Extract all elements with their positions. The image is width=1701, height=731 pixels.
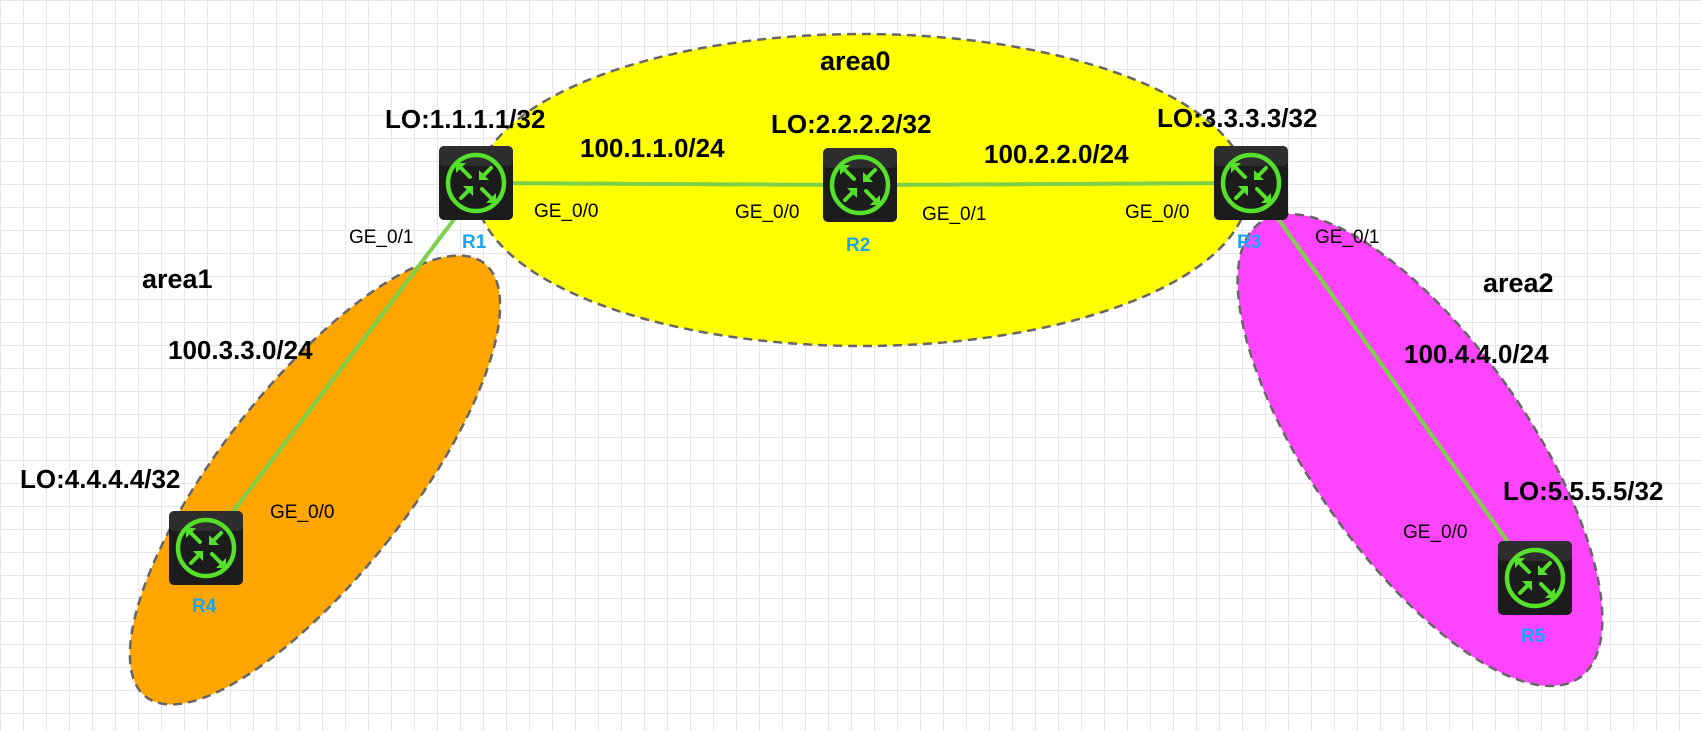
- router-label-r3: R3: [1237, 232, 1261, 253]
- router-icon[interactable]: [1214, 146, 1288, 220]
- loopback-label-r4: LO:4.4.4.4/32: [20, 464, 180, 494]
- area1-label: area1: [142, 264, 213, 294]
- interface-label-r2-ge0-0: GE_0/0: [735, 202, 799, 223]
- link-r1-r2[interactable]: [475, 181, 861, 187]
- loopback-label-r2: LO:2.2.2.2/32: [771, 109, 931, 139]
- network-label-r3-r5: 100.4.4.0/24: [1404, 339, 1549, 369]
- interface-label-r1-ge0-1: GE_0/1: [349, 227, 413, 248]
- network-label-r1-r4: 100.3.3.0/24: [168, 335, 313, 365]
- interface-label-r2-ge0-1: GE_0/1: [922, 204, 986, 225]
- loopback-label-r5: LO:5.5.5.5/32: [1503, 476, 1663, 506]
- router-label-r5: R5: [1521, 626, 1546, 647]
- interface-label-r4-ge0-0: GE_0/0: [270, 502, 334, 523]
- router-icon[interactable]: [439, 146, 513, 220]
- router-label-r1: R1: [462, 232, 487, 253]
- router-icon[interactable]: [1498, 541, 1572, 615]
- area0-label: area0: [820, 46, 891, 76]
- network-label-r1-r2: 100.1.1.0/24: [580, 133, 725, 163]
- ospf-topology-diagram: area0 area1 area2 100.1.1.0/24 100.2.2.0…: [20, 32, 1663, 706]
- interface-label-r1-ge0-0: GE_0/0: [534, 201, 598, 222]
- link-r2-r3[interactable]: [859, 181, 1252, 187]
- router-icon[interactable]: [169, 511, 243, 585]
- interface-label-r3-ge0-0: GE_0/0: [1125, 202, 1189, 223]
- loopback-label-r1: LO:1.1.1.1/32: [385, 104, 545, 134]
- network-label-r2-r3: 100.2.2.0/24: [984, 139, 1129, 169]
- router-icon[interactable]: [823, 148, 897, 222]
- interface-label-r5-ge0-0: GE_0/0: [1403, 522, 1467, 543]
- interface-label-r3-ge0-1: GE_0/1: [1315, 227, 1379, 248]
- loopback-label-r3: LO:3.3.3.3/32: [1157, 103, 1317, 133]
- router-label-r2: R2: [846, 235, 870, 256]
- router-label-r4: R4: [192, 596, 217, 617]
- area2-label: area2: [1483, 268, 1554, 298]
